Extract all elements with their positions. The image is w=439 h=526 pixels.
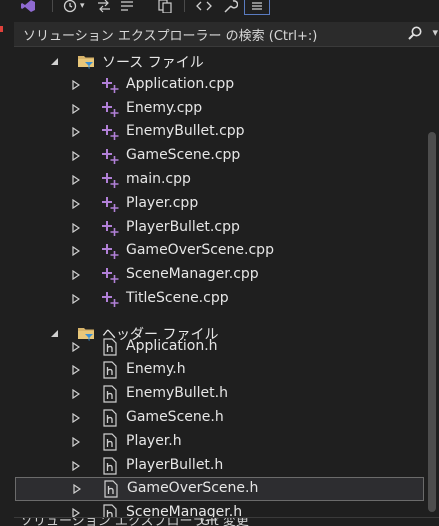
- collapsed-arrow-icon[interactable]: [70, 412, 82, 424]
- search-icon[interactable]: [407, 25, 423, 45]
- history-icon[interactable]: ▾: [62, 0, 85, 15]
- collapsed-arrow-icon[interactable]: [70, 293, 82, 305]
- toolbar-separator: [52, 0, 53, 12]
- visual-studio-icon[interactable]: [20, 0, 36, 15]
- filter-folder-icon: [78, 56, 94, 69]
- collapsed-arrow-icon[interactable]: [70, 222, 82, 234]
- file-label: TitleScene.cpp: [126, 290, 229, 306]
- file-item[interactable]: EnemyBullet.h: [14, 382, 425, 406]
- header-file-icon: [104, 480, 118, 498]
- vertical-scrollbar[interactable]: [425, 48, 439, 525]
- collapsed-arrow-icon[interactable]: [70, 150, 82, 162]
- file-label: SceneManager.cpp: [126, 266, 259, 282]
- file-label: Player.h: [126, 433, 182, 449]
- collapsed-arrow-icon[interactable]: [70, 126, 82, 138]
- cpp-file-icon: [102, 173, 119, 188]
- collapsed-arrow-icon[interactable]: [70, 388, 82, 400]
- file-item[interactable]: main.cpp: [14, 168, 425, 192]
- file-label: Enemy.h: [126, 361, 186, 377]
- file-label: Application.h: [126, 338, 218, 354]
- search-input[interactable]: ソリューション エクスプローラー の検索 (Ctrl+:): [14, 25, 317, 44]
- cpp-file-icon: [102, 125, 119, 140]
- cpp-file-icon: [102, 268, 119, 283]
- header-file-icon: [103, 385, 117, 403]
- file-item[interactable]: Player.cpp: [14, 192, 425, 216]
- cpp-file-icon: [102, 102, 119, 117]
- header-file-icon: [103, 361, 117, 379]
- collapsed-arrow-icon[interactable]: [70, 198, 82, 210]
- file-item[interactable]: EnemyBullet.cpp: [14, 120, 425, 144]
- collapsed-arrow-icon[interactable]: [70, 79, 82, 91]
- file-item[interactable]: SceneManager.cpp: [14, 263, 425, 287]
- cpp-file-icon: [102, 221, 119, 236]
- search-options-chevron-icon[interactable]: ▾: [432, 26, 438, 39]
- file-label: PlayerBullet.h: [126, 457, 224, 473]
- cpp-file-icon: [102, 149, 119, 164]
- file-item[interactable]: GameScene.cpp: [14, 144, 425, 168]
- cpp-file-icon: [102, 78, 119, 93]
- collapsed-arrow-icon[interactable]: [70, 436, 82, 448]
- collapsed-arrow-icon[interactable]: [70, 460, 82, 472]
- file-label: EnemyBullet.cpp: [126, 123, 245, 139]
- file-item[interactable]: GameOverScene.h: [15, 477, 424, 501]
- solution-explorer-toolbar: ▾: [0, 0, 439, 18]
- collapsed-arrow-icon[interactable]: [70, 103, 82, 115]
- left-margin: [0, 48, 14, 525]
- cpp-file-icon: [102, 292, 119, 307]
- solution-tree: ソース ファイル ヘッダー ファイル Application.cpp Enemy.…: [14, 48, 425, 525]
- folder-source-files[interactable]: ソース ファイル: [14, 49, 425, 73]
- cpp-file-icon: [102, 244, 119, 259]
- wrench-icon[interactable]: [222, 0, 238, 15]
- file-item[interactable]: TitleScene.cpp: [14, 287, 425, 311]
- file-label: Enemy.cpp: [126, 100, 203, 116]
- header-file-icon: [103, 457, 117, 475]
- collapsed-arrow-icon[interactable]: [70, 364, 82, 376]
- collapsed-arrow-icon[interactable]: [70, 174, 82, 186]
- file-item[interactable]: GameOverScene.cpp: [14, 239, 425, 263]
- file-label: Application.cpp: [126, 76, 235, 92]
- collapsed-arrow-icon[interactable]: [70, 245, 82, 257]
- file-item[interactable]: Application.cpp: [14, 73, 425, 97]
- collapsed-arrow-icon[interactable]: [70, 269, 82, 281]
- header-file-icon: [103, 338, 117, 356]
- scrollbar-thumb[interactable]: [428, 132, 436, 512]
- header-file-icon: [103, 433, 117, 451]
- cpp-file-icon: [102, 197, 119, 212]
- collapsed-arrow-icon[interactable]: [70, 341, 82, 353]
- file-label: GameOverScene.h: [127, 480, 259, 496]
- header-file-icon: [103, 409, 117, 427]
- collapsed-arrow-icon[interactable]: [71, 483, 83, 495]
- file-item[interactable]: Enemy.cpp: [14, 97, 425, 121]
- preview-icon[interactable]: [244, 0, 270, 15]
- file-item[interactable]: PlayerBullet.h: [14, 454, 425, 478]
- solution-explorer-search[interactable]: ソリューション エクスプローラー の検索 (Ctrl+:) ▾: [14, 22, 439, 47]
- stack-icon[interactable]: [119, 0, 135, 15]
- expanded-arrow-icon[interactable]: [48, 55, 60, 67]
- copy-icon[interactable]: [157, 0, 173, 15]
- history-dropdown-icon[interactable]: ▾: [80, 1, 85, 11]
- code-icon[interactable]: [196, 0, 212, 15]
- file-item[interactable]: Player.h: [14, 430, 425, 454]
- file-label: main.cpp: [126, 171, 191, 187]
- file-label: GameOverScene.cpp: [126, 242, 274, 258]
- file-item[interactable]: GameScene.h: [14, 406, 425, 430]
- file-item[interactable]: PlayerBullet.cpp: [14, 216, 425, 240]
- sync-icon[interactable]: [96, 0, 112, 15]
- file-item[interactable]: Enemy.h: [14, 358, 425, 382]
- file-label: EnemyBullet.h: [126, 385, 228, 401]
- folder-label: ソース ファイル: [102, 55, 204, 71]
- toolbar-separator: [184, 0, 185, 12]
- file-label: GameScene.h: [126, 409, 224, 425]
- file-label: Player.cpp: [126, 195, 199, 211]
- file-label: PlayerBullet.cpp: [126, 219, 240, 235]
- file-label: GameScene.cpp: [126, 147, 241, 163]
- error-marker: [0, 26, 3, 32]
- file-item[interactable]: Application.h: [14, 335, 425, 359]
